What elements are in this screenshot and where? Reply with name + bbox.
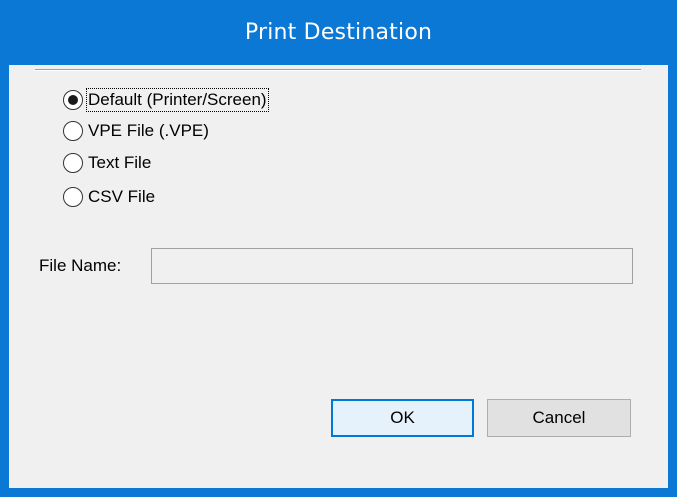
radio-text-file[interactable]: Text File bbox=[63, 150, 152, 176]
radio-vpe-file[interactable]: VPE File (.VPE) bbox=[63, 118, 210, 144]
radio-csv-file[interactable]: CSV File bbox=[63, 184, 156, 210]
radio-label-text-file[interactable]: Text File bbox=[87, 152, 152, 174]
radio-label-csv-file[interactable]: CSV File bbox=[87, 186, 156, 208]
dialog-body: Default (Printer/Screen) VPE File (.VPE)… bbox=[9, 65, 668, 488]
print-destination-dialog: Print Destination Default (Printer/Scree… bbox=[0, 0, 677, 497]
file-name-input[interactable] bbox=[151, 248, 633, 284]
title-bar[interactable]: Print Destination bbox=[1, 1, 676, 65]
dialog-title: Print Destination bbox=[244, 19, 433, 45]
radio-button-icon[interactable] bbox=[63, 121, 83, 141]
radio-button-icon[interactable] bbox=[63, 90, 83, 110]
radio-label-default[interactable]: Default (Printer/Screen) bbox=[86, 88, 269, 112]
ok-button[interactable]: OK bbox=[331, 399, 474, 437]
radio-button-icon[interactable] bbox=[63, 153, 83, 173]
radio-button-icon[interactable] bbox=[63, 187, 83, 207]
separator-line bbox=[35, 69, 641, 71]
radio-selected-dot-icon bbox=[68, 95, 78, 105]
file-name-label: File Name: bbox=[39, 256, 122, 275]
cancel-button[interactable]: Cancel bbox=[487, 399, 631, 437]
radio-label-vpe-file[interactable]: VPE File (.VPE) bbox=[87, 120, 210, 142]
radio-default-printer-screen[interactable]: Default (Printer/Screen) bbox=[63, 87, 269, 113]
